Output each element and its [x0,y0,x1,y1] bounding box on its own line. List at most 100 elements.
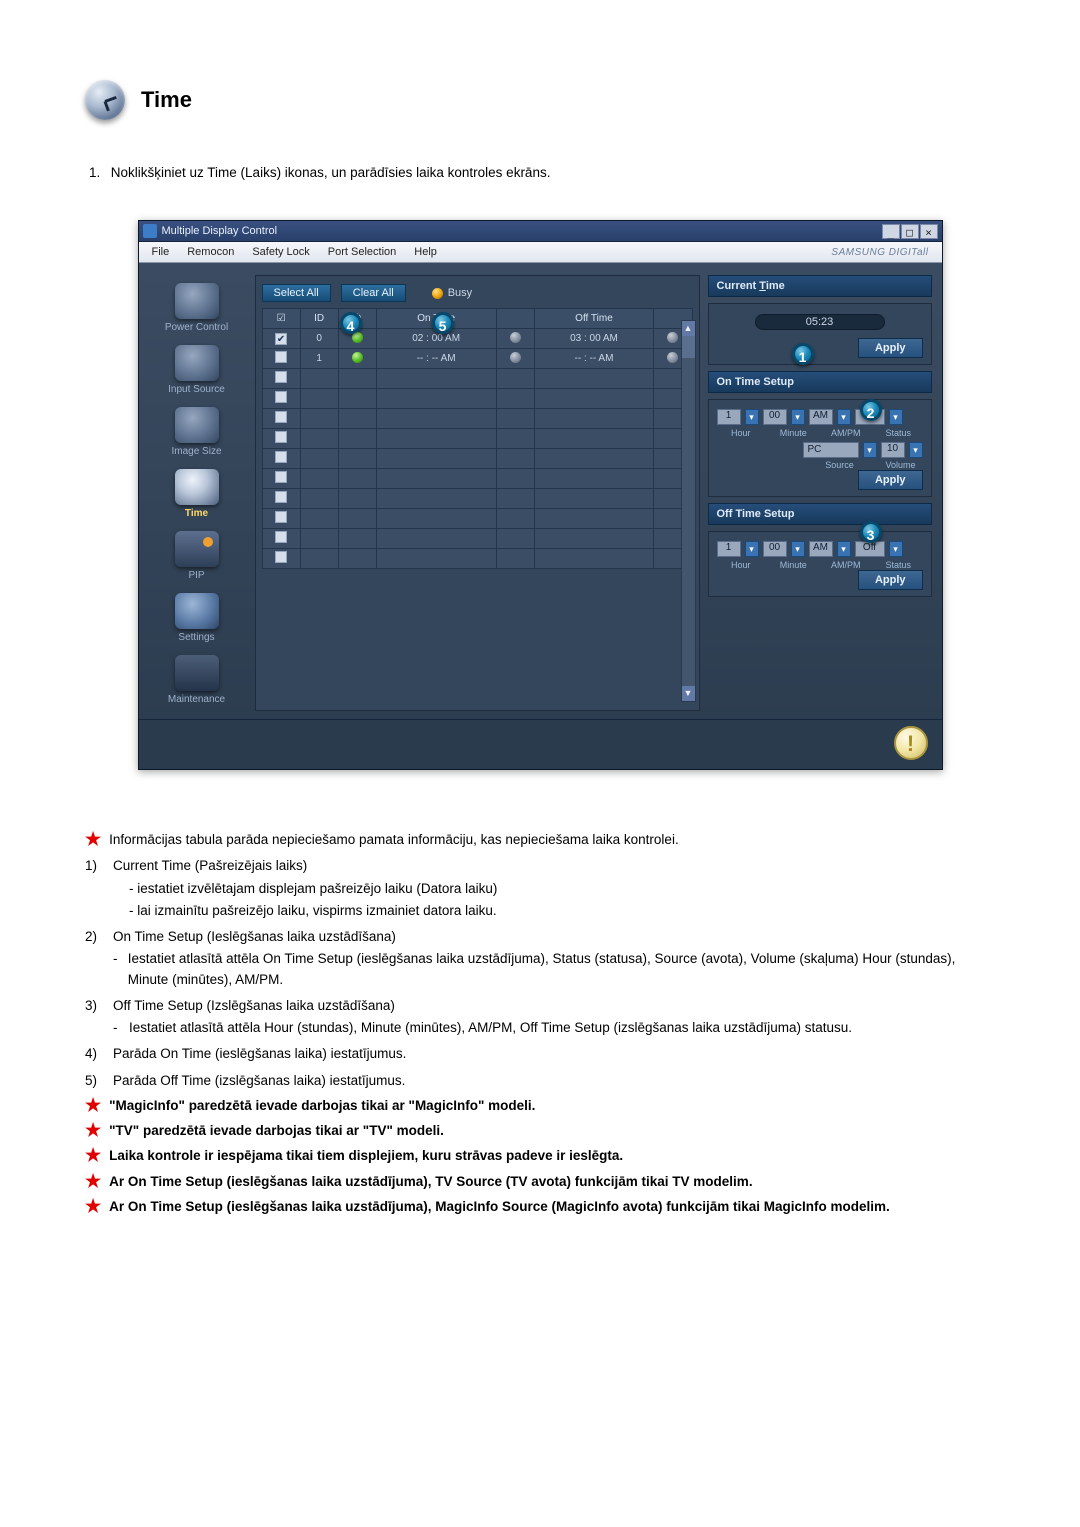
row-checkbox[interactable] [275,511,287,523]
row-id: 0 [300,329,338,349]
display-grid-panel: 4 5 Select All Clear All Busy ☑ ID ⏻ On … [255,275,700,711]
dropdown-icon[interactable]: ▾ [889,541,903,557]
row-checkbox[interactable] [275,391,287,403]
dropdown-icon[interactable]: ▾ [837,409,851,425]
on-source-input[interactable]: PC [803,442,859,458]
row-checkbox[interactable] [275,371,287,383]
close-button[interactable]: × [920,224,938,239]
step-1-text: Noklikšķiniet uz Time (Laiks) ikonas, un… [111,165,551,180]
table-row-empty [262,529,692,549]
minimize-button[interactable]: _ [882,224,900,239]
menu-safety-lock[interactable]: Safety Lock [243,246,318,258]
on-time-box: 1▾ 00▾ AM▾ Off▾ Hour Minute AM/PM Status… [708,399,932,497]
row-checkbox[interactable] [275,333,287,345]
select-all-button[interactable]: Select All [262,284,331,302]
table-row-empty [262,429,692,449]
dropdown-icon[interactable]: ▾ [745,541,759,557]
off-minute-input[interactable]: 00 [763,541,787,557]
on-hour-input[interactable]: 1 [717,409,741,425]
col-check[interactable]: ☑ [262,309,300,329]
maximize-button[interactable]: □ [901,224,919,239]
note-1-title: Current Time (Pašreizējais laiks) [113,856,307,876]
off-time-box: 1▾ 00▾ AM▾ Off▾ Hour Minute AM/PM Status… [708,531,932,597]
on-time-title: On Time Setup [708,371,932,393]
on-minute-input[interactable]: 00 [763,409,787,425]
lbl-hour: Hour [717,428,766,438]
dropdown-icon[interactable]: ▾ [791,409,805,425]
row-off-time: 03 : 00 AM [534,329,654,349]
status-dot-gray [510,332,521,343]
menu-port-selection[interactable]: Port Selection [319,246,405,258]
sidebar-item-pip[interactable]: PIP [151,529,243,587]
star-icon: ★ [85,1096,101,1116]
col-off-time: Off Time [534,309,654,329]
sidebar-item-label: Settings [151,632,243,643]
row-checkbox[interactable] [275,411,287,423]
dropdown-icon[interactable]: ▾ [837,541,851,557]
on-volume-input[interactable]: 10 [881,442,905,458]
callout-badge-2: 2 [860,399,882,421]
grid-scrollbar[interactable]: ▲ ▼ [681,320,696,702]
menu-file[interactable]: File [143,246,179,258]
table-row-empty [262,449,692,469]
dropdown-icon[interactable]: ▾ [745,409,759,425]
titlebar[interactable]: Multiple Display Control _ □ × [139,221,942,242]
on-ampm-input[interactable]: AM [809,409,833,425]
lbl-ampm: AM/PM [822,428,871,438]
note-2-sub-1: Iestatiet atlasītā attēla On Time Setup … [128,949,995,990]
callout-badge-3: 3 [860,521,882,543]
sidebar-item-time[interactable]: Time [151,467,243,525]
row-checkbox[interactable] [275,491,287,503]
table-row-empty [262,509,692,529]
dropdown-icon[interactable]: ▾ [909,442,923,458]
row-checkbox[interactable] [275,351,287,363]
clear-all-button[interactable]: Clear All [341,284,406,302]
row-checkbox[interactable] [275,451,287,463]
step-1-number: 1. [89,165,107,180]
off-status-input[interactable]: Off [855,541,885,557]
sidebar-item-settings[interactable]: Settings [151,591,243,649]
star-icon: ★ [85,1146,101,1166]
table-row-empty [262,369,692,389]
off-ampm-input[interactable]: AM [809,541,833,557]
table-row[interactable]: 0 02 : 00 AM 03 : 00 AM [262,329,692,349]
apply-off-time-button[interactable]: Apply [858,570,923,590]
table-row-empty [262,549,692,569]
note-star-5: Ar On Time Setup (ieslēgšanas laika uzst… [109,1197,890,1217]
sidebar-item-maintenance[interactable]: Maintenance [151,653,243,711]
table-header-row: ☑ ID ⏻ On Time Off Time [262,309,692,329]
lbl-status: Status [874,560,923,570]
star-icon: ★ [85,1172,101,1192]
sidebar-item-power-control[interactable]: Power Control [151,281,243,339]
lbl-status: Status [874,428,923,438]
sidebar-item-label: Time [151,508,243,519]
scroll-thumb[interactable] [682,336,695,358]
row-checkbox[interactable] [275,431,287,443]
sidebar-item-input-source[interactable]: Input Source [151,343,243,401]
lbl-hour: Hour [717,560,766,570]
row-checkbox[interactable] [275,471,287,483]
apply-current-time-button[interactable]: Apply [858,338,923,358]
dropdown-icon[interactable]: ▾ [889,409,903,425]
dropdown-icon[interactable]: ▾ [791,541,805,557]
scroll-up-button[interactable]: ▲ [682,321,695,336]
maintenance-icon [175,655,219,691]
dropdown-icon[interactable]: ▾ [863,442,877,458]
row-checkbox[interactable] [275,551,287,563]
page-title: Time [141,87,192,113]
display-grid: ☑ ID ⏻ On Time Off Time 0 02 : 00 AM 03 … [262,308,693,569]
off-time-title: Off Time Setup [708,503,932,525]
apply-on-time-button[interactable]: Apply [858,470,923,490]
note-star-1: "MagicInfo" paredzētā ievade darbojas ti… [109,1096,535,1116]
image-size-icon [175,407,219,443]
status-dot-gray [667,332,678,343]
menu-remocon[interactable]: Remocon [178,246,243,258]
step-1: 1. Noklikšķiniet uz Time (Laiks) ikonas,… [89,165,995,180]
menu-help[interactable]: Help [405,246,446,258]
sidebar-item-image-size[interactable]: Image Size [151,405,243,463]
scroll-down-button[interactable]: ▼ [682,686,695,701]
off-hour-input[interactable]: 1 [717,541,741,557]
row-checkbox[interactable] [275,531,287,543]
brand-label: SAMSUNG DIGITall [822,247,937,258]
table-row[interactable]: 1 -- : -- AM -- : -- AM [262,349,692,369]
